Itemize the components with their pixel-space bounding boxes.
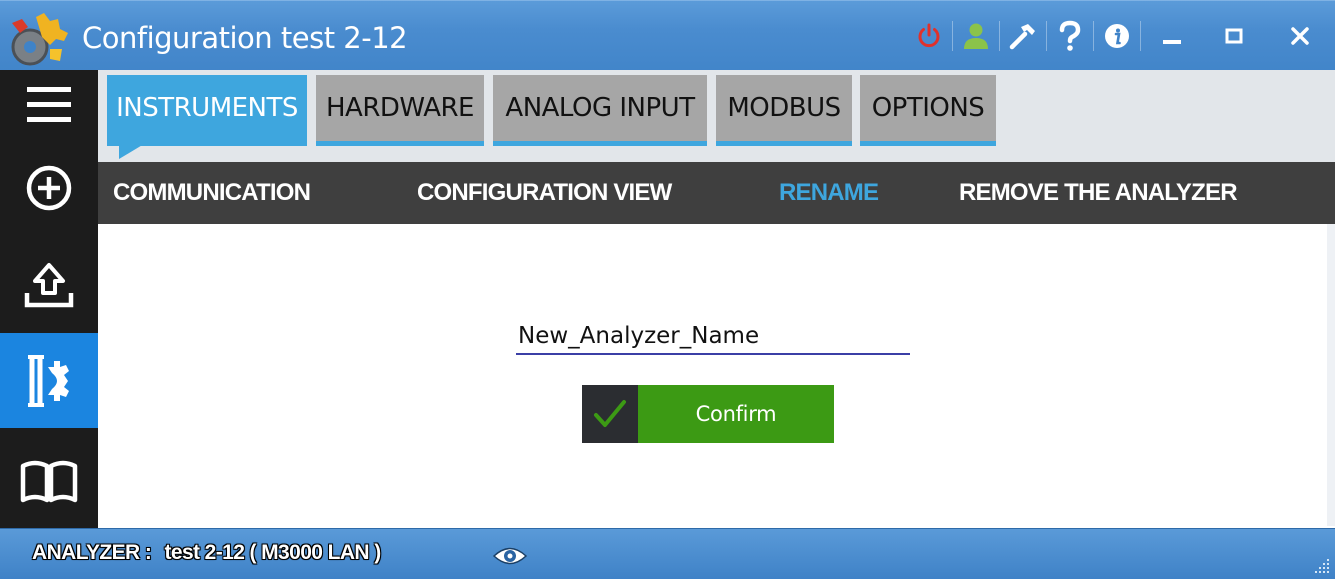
tab-modbus[interactable]: MODBUS [716,75,852,146]
manual-icon[interactable] [0,442,98,522]
info-icon[interactable] [1094,15,1140,57]
sub-navigation: COMMUNICATION CONFIGURATION VIEW RENAME … [98,162,1335,224]
add-icon[interactable] [0,156,98,220]
subnav-remove-analyzer[interactable]: REMOVE THE ANALYZER [959,162,1238,224]
resize-grip-icon[interactable] [1313,557,1331,575]
maximize-icon[interactable] [1203,15,1265,57]
analyzer-status-label: ANALYZER : [32,541,152,564]
side-rail [0,70,98,528]
tab-options[interactable]: OPTIONS [860,75,996,146]
tab-hardware[interactable]: HARDWARE [316,75,484,146]
analyzer-name-input[interactable] [516,319,910,355]
confirm-label: Confirm [638,385,834,443]
close-icon[interactable] [1265,15,1335,57]
subnav-rename[interactable]: RENAME [779,162,879,224]
minimize-icon[interactable] [1141,15,1203,57]
analyzer-status: ANALYZER : test 2-12 ( M3000 LAN ) [32,541,381,565]
tab-analog-input[interactable]: ANALOG INPUT [493,75,707,146]
help-icon[interactable] [1047,15,1093,57]
tools-icon[interactable] [1000,15,1046,57]
menu-icon[interactable] [0,70,98,140]
configure-icon[interactable] [0,333,98,428]
tab-instruments[interactable]: INSTRUMENTS [107,75,307,159]
app-logo-icon [11,13,68,66]
check-icon [582,385,638,443]
eye-icon[interactable] [492,545,528,567]
confirm-button[interactable]: Confirm [582,385,834,443]
analyzer-status-value: test 2-12 ( M3000 LAN ) [164,541,381,564]
subnav-configuration-view[interactable]: CONFIGURATION VIEW [417,162,672,224]
tab-strip: INSTRUMENTS HARDWARE ANALOG INPUT MODBUS… [98,70,1335,162]
user-icon[interactable] [953,15,999,57]
rename-panel: Confirm [98,224,1335,526]
upload-icon[interactable] [0,250,98,320]
subnav-communication[interactable]: COMMUNICATION [113,162,311,224]
power-icon[interactable] [906,15,952,57]
window-title: Configuration test 2-12 [82,21,408,55]
status-bar: ANALYZER : test 2-12 ( M3000 LAN ) [0,528,1335,579]
